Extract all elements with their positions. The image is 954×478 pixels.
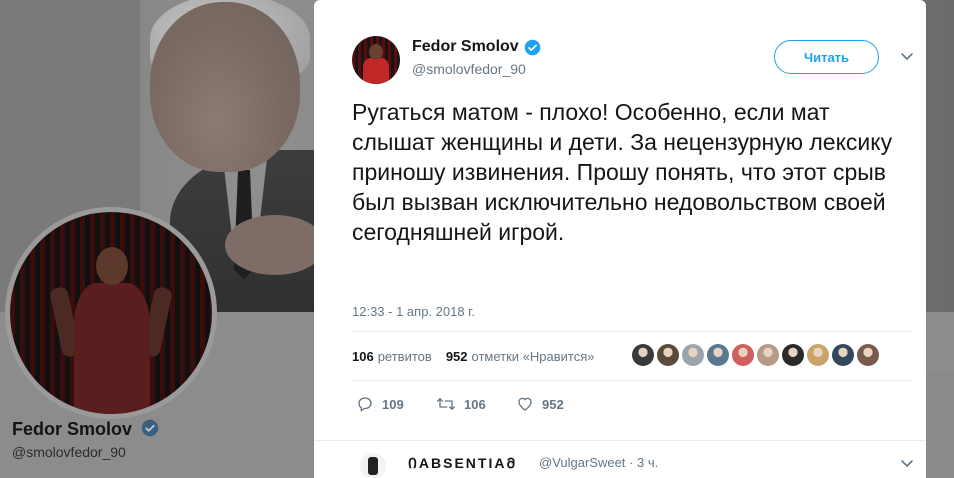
divider xyxy=(352,380,912,381)
reply-author-handle[interactable]: @VulgarSweet · 3 ч. xyxy=(539,455,658,470)
reply-button[interactable]: 109 xyxy=(356,395,436,413)
tweet-timestamp[interactable]: 12:33 - 1 апр. 2018 г. xyxy=(352,304,475,319)
heart-icon xyxy=(518,397,532,411)
liker-avatar[interactable] xyxy=(657,344,679,366)
reply-count: 109 xyxy=(382,396,404,412)
like-count: 952 xyxy=(542,396,564,412)
retweet-icon xyxy=(437,398,455,410)
reply-tweet[interactable]: ᲘABSENTIAᲛ @VulgarSweet · 3 ч. xyxy=(314,440,926,478)
retweets-count: 106 xyxy=(352,349,374,364)
liker-avatar[interactable] xyxy=(757,344,779,366)
profile-avatar[interactable] xyxy=(5,207,217,419)
reply-author-name[interactable]: ᲘABSENTIAᲛ xyxy=(408,454,517,473)
retweet-button[interactable]: 106 xyxy=(436,395,516,413)
reply-icon xyxy=(358,397,372,412)
chevron-down-icon[interactable] xyxy=(899,48,915,64)
like-button[interactable]: 952 xyxy=(516,395,564,413)
profile-name[interactable]: Fedor Smolov xyxy=(12,419,159,440)
tweet-author-name-text: Fedor Smolov xyxy=(412,38,519,55)
liker-avatar[interactable] xyxy=(707,344,729,366)
tweet-author-name[interactable]: Fedor Smolov xyxy=(412,38,541,56)
liker-avatar[interactable] xyxy=(807,344,829,366)
tweet-text: Ругаться матом - плохо! Особенно, если м… xyxy=(352,99,893,245)
verified-badge-icon xyxy=(524,39,540,55)
retweets-stat[interactable]: 106 ретвитов xyxy=(352,349,432,364)
liker-avatars xyxy=(632,344,879,366)
chevron-down-icon[interactable] xyxy=(899,455,915,471)
liker-avatar[interactable] xyxy=(682,344,704,366)
reply-author-avatar[interactable] xyxy=(360,453,386,478)
profile-handle[interactable]: @smolovfedor_90 xyxy=(12,444,126,460)
liker-avatar[interactable] xyxy=(732,344,754,366)
liker-avatar[interactable] xyxy=(782,344,804,366)
likes-count: 952 xyxy=(445,349,468,364)
tweet-author-avatar[interactable] xyxy=(352,36,400,84)
retweets-label: ретвитов xyxy=(377,349,432,364)
tweet-author-handle[interactable]: @smolovfedor_90 xyxy=(412,61,526,77)
verified-badge-icon xyxy=(141,419,159,437)
follow-button[interactable]: Читать xyxy=(774,40,879,74)
retweet-count: 106 xyxy=(464,396,486,412)
likes-label: отметки «Нравится» xyxy=(471,349,595,364)
liker-avatar[interactable] xyxy=(632,344,654,366)
profile-name-text: Fedor Smolov xyxy=(12,419,133,439)
tweet-modal: Fedor Smolov @smolovfedor_90 Читать Руга… xyxy=(314,0,926,478)
divider xyxy=(352,331,912,332)
tweet-stats: 106 ретвитов 952 отметки «Нравится» xyxy=(352,349,595,364)
liker-avatar[interactable] xyxy=(832,344,854,366)
liker-avatar[interactable] xyxy=(857,344,879,366)
likes-stat[interactable]: 952 отметки «Нравится» xyxy=(446,349,595,364)
tweet-actions: 109 106 952 xyxy=(356,395,564,413)
